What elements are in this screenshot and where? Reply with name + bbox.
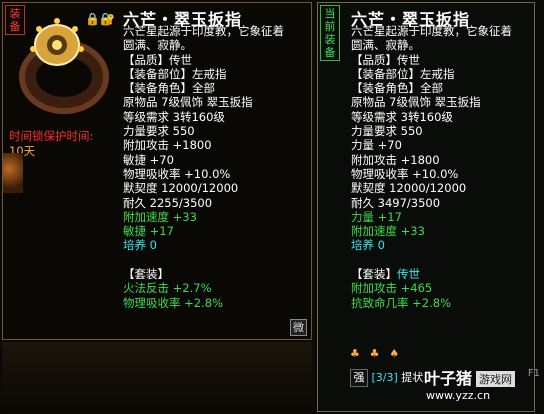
level-requirement: 等级需求 3转160级 xyxy=(351,109,453,124)
stat-strength-bonus: 力量 +17 xyxy=(351,209,402,224)
set-header: 【套装】传世 xyxy=(351,267,512,281)
stat-add-speed: 附加速度 +33 xyxy=(351,224,425,239)
item-quality: 【品质】传世 xyxy=(351,52,420,67)
item-role: 【装备角色】全部 xyxy=(351,81,443,96)
watermark-box: 游戏网 xyxy=(476,371,515,387)
set-progress-row: 强 [3/3] 提状 xyxy=(350,369,423,387)
set-piece-icons: ♣ ♣ ♠ xyxy=(350,346,405,360)
stat-physical-absorb: 物理吸收率 +10.0% xyxy=(123,166,231,181)
item-slot: 【装备部位】左戒指 xyxy=(351,66,455,81)
set-fire-counter: 火法反击 +2.7% xyxy=(123,281,212,296)
item-description-line1: 六芒星起源于印度教，它象征着 xyxy=(123,24,284,38)
decorative-flame xyxy=(3,153,23,193)
stat-durability: 耐久 3497/3500 xyxy=(351,195,441,210)
item-quality: 【品质】传世 xyxy=(123,52,192,67)
stat-cultivate: 培养 0 xyxy=(351,238,385,253)
f1-label: F1 xyxy=(527,368,540,379)
stat-agility: 敏捷 +70 xyxy=(123,152,174,167)
wei-badge: 微 xyxy=(290,319,307,336)
stat-add-attack: 附加攻击 +1800 xyxy=(351,152,440,167)
current-equipment-tag: 当前装备 xyxy=(320,5,340,61)
item-description-line2: 圆满、寂静。 xyxy=(123,38,192,53)
item-source: 原物品 7级佩饰 翠玉扳指 xyxy=(123,95,253,110)
set-label: 【套装】 xyxy=(351,267,397,282)
item-role: 【装备角色】全部 xyxy=(123,81,215,96)
gold-lock-icon: 🔒 xyxy=(85,12,100,26)
watermark-url: www.yzz.cn xyxy=(426,389,491,402)
time-lock-label: 时间锁保护时间: xyxy=(9,129,94,143)
stat-durability: 耐久 2255/3500 xyxy=(123,195,213,210)
level-requirement: 等级需求 3转160级 xyxy=(123,109,225,124)
stat-agility-bonus: 敏捷 +17 xyxy=(123,224,174,239)
set-name: 传世 xyxy=(397,267,420,282)
stat-physical-absorb: 物理吸收率 +10.0% xyxy=(351,166,459,181)
stat-tacit: 默契度 12000/12000 xyxy=(123,181,239,196)
item-tooltip-left: 装备 🔒 🔐 六芒・翠玉扳指 六芒星起源于印度教，它象征着 圆满、寂静。 【品质… xyxy=(2,2,312,340)
set-bonus-icon[interactable]: 强 xyxy=(350,369,368,387)
set-crit-resist: 抗致命几率 +2.8% xyxy=(351,295,452,310)
strength-requirement: 力量要求 550 xyxy=(351,124,423,139)
stat-add-speed: 附加速度 +33 xyxy=(123,209,197,224)
strength-requirement: 力量要求 550 xyxy=(123,124,195,139)
watermark-logo: 叶子猪 xyxy=(424,369,473,388)
set-physical-absorb: 物理吸收率 +2.8% xyxy=(123,295,224,310)
set-add-attack: 附加攻击 +465 xyxy=(351,281,433,296)
set-piece-icon[interactable]: ♣ xyxy=(350,347,366,360)
item-source: 原物品 7级佩饰 翠玉扳指 xyxy=(351,95,481,110)
watermark: 叶子猪 游戏网 www.yzz.cn xyxy=(416,365,542,409)
set-piece-icon[interactable]: ♠ xyxy=(389,347,405,360)
item-description-line1: 六芒星起源于印度教，它象征着 xyxy=(351,24,512,38)
set-piece-icon[interactable]: ♣ xyxy=(370,347,386,360)
item-slot: 【装备部位】左戒指 xyxy=(123,66,227,81)
stat-strength: 力量 +70 xyxy=(351,138,402,153)
padlock-icon: 🔐 xyxy=(100,12,115,26)
stat-cultivate: 培养 0 xyxy=(123,238,157,253)
stat-tacit: 默契度 12000/12000 xyxy=(351,181,467,196)
set-count: [3/3] xyxy=(371,371,398,384)
stat-add-attack: 附加攻击 +1800 xyxy=(123,138,212,153)
background-scene xyxy=(2,342,312,412)
item-description-line2: 圆满、寂静。 xyxy=(351,38,420,53)
set-label: 【套装】 xyxy=(123,267,169,282)
